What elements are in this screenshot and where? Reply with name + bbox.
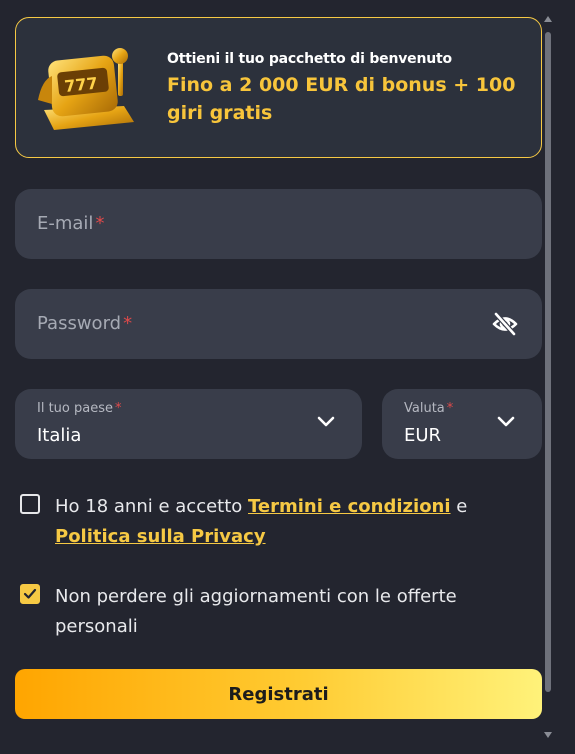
password-field[interactable]: Password * [15,289,542,359]
required-asterisk: * [446,401,454,416]
chevron-down-icon [317,416,335,427]
registration-form-page: 777 Ottieni il tuo pacchetto di benvenut… [0,0,575,754]
promo-headline: Fino a 2 000 EUR di bonus + 100 giri gra… [167,74,516,124]
terms-link[interactable]: Termini e condizioni [248,496,451,517]
required-asterisk: * [123,313,133,334]
register-button[interactable]: Registrati [15,669,542,719]
password-placeholder: Password * [37,313,133,334]
svg-text:777: 777 [63,74,98,96]
currency-label: Valuta * [404,401,454,416]
scroll-down-arrow-icon[interactable] [542,730,554,740]
required-asterisk: * [115,401,122,416]
offers-checkbox[interactable] [20,584,40,604]
scroll-up-arrow-icon[interactable] [542,14,554,24]
required-asterisk: * [95,213,105,234]
privacy-policy-link[interactable]: Politica sulla Privacy [55,526,266,547]
chevron-down-icon [497,416,515,427]
terms-text: Ho 18 anni e accetto Termini e condizion… [55,496,468,547]
country-value: Italia [37,425,82,446]
currency-select[interactable]: Valuta * EUR [382,389,542,459]
country-select[interactable]: Il tuo paese * Italia [15,389,362,459]
scrollbar-thumb[interactable] [545,32,551,692]
slot-machine-777-icon: 777 [38,48,134,130]
email-placeholder: E-mail * [37,213,105,234]
country-label: Il tuo paese * [37,401,122,416]
terms-checkbox[interactable] [20,494,40,514]
scrollbar[interactable] [542,14,554,740]
email-field[interactable]: E-mail * [15,189,542,259]
welcome-bonus-banner: 777 Ottieni il tuo pacchetto di benvenut… [15,17,542,158]
currency-value: EUR [404,425,442,446]
eye-off-icon[interactable] [492,311,518,337]
offers-text: Non perdere gli aggiornamenti con le off… [55,586,457,637]
promo-subtitle: Ottieni il tuo pacchetto di benvenuto [167,51,452,67]
checkmark-icon [23,588,37,599]
